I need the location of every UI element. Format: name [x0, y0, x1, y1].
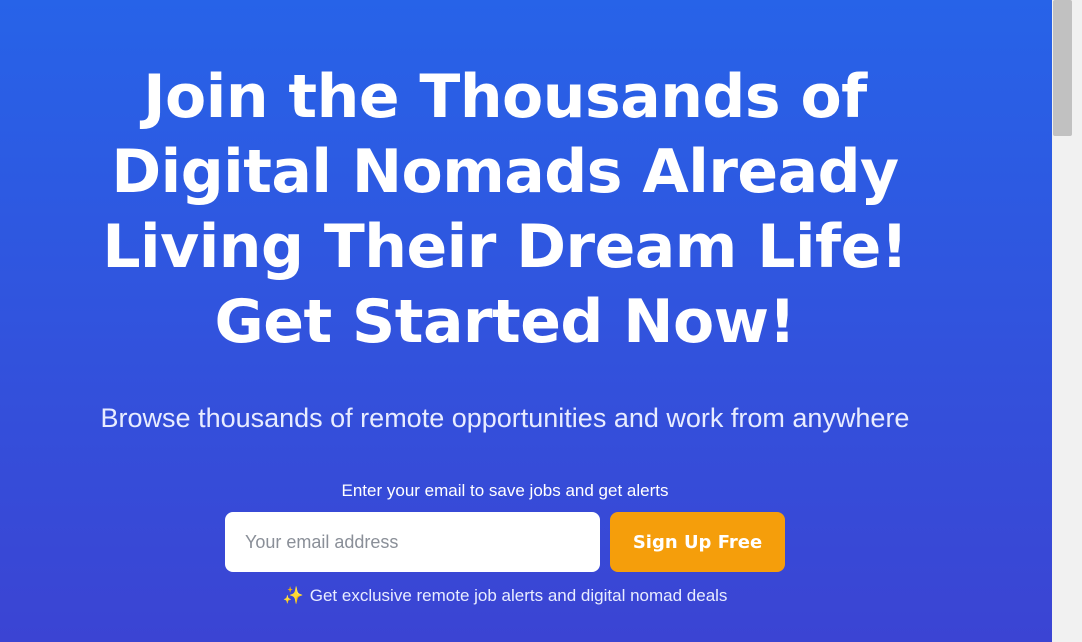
hero-subtitle: Browse thousands of remote opportunities… [100, 403, 910, 433]
headline-line: Get Started Now! [214, 287, 796, 357]
sign-up-button[interactable]: Sign Up Free [610, 512, 785, 572]
email-prompt: Enter your email to save jobs and get al… [341, 481, 669, 500]
scrollbar-thumb[interactable] [1053, 0, 1072, 136]
email-field[interactable] [225, 512, 600, 572]
headline-line: Join the Thousands of [143, 62, 867, 132]
headline-line: Living Their Dream Life! [102, 212, 908, 282]
perks-text: Get exclusive remote job alerts and digi… [309, 586, 728, 605]
headline-line: Digital Nomads Already [111, 137, 899, 207]
vertical-scrollbar[interactable] [1052, 0, 1082, 642]
page-title: Join the Thousands of Digital Nomads Alr… [40, 60, 970, 360]
sparkles-icon: ✨ [282, 586, 304, 605]
hero-section: Join the Thousands of Digital Nomads Alr… [0, 0, 1052, 642]
perks-note: ✨ Get exclusive remote job alerts and dig… [0, 585, 1010, 607]
